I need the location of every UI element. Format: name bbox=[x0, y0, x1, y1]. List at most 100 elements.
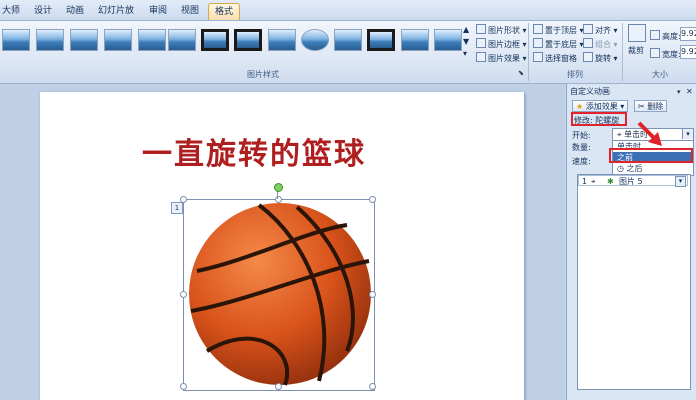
group-button[interactable]: 组合 ▾ bbox=[583, 38, 618, 50]
picture-effects-button[interactable]: 图片效果 ▾ bbox=[476, 52, 527, 64]
picture-style-thumb[interactable] bbox=[36, 29, 64, 51]
add-effect-button[interactable]: ★ 添加效果 ▾ bbox=[572, 100, 629, 112]
picture-selection-box bbox=[180, 196, 376, 391]
tab-master[interactable]: 大师 bbox=[0, 3, 22, 19]
group-label: 组合 bbox=[595, 40, 611, 49]
ribbon: ▲ ▼ ▾ 图片形状 ▾ 图片边框 ▾ 图片效果 ▾ 图片样式 ⬊ 置于顶层 ▾… bbox=[0, 21, 696, 84]
highlight-box bbox=[571, 112, 627, 126]
resize-handle[interactable] bbox=[275, 383, 282, 390]
ribbon-separator bbox=[528, 23, 529, 81]
picture-shape-button[interactable]: 图片形状 ▾ bbox=[476, 24, 527, 36]
picture-border-button[interactable]: 图片边框 ▾ bbox=[476, 38, 527, 50]
chevron-down-icon[interactable]: ▾ bbox=[675, 176, 686, 187]
selection-pane-button[interactable]: 选择窗格 bbox=[533, 52, 577, 64]
gallery-more[interactable]: ▾ bbox=[463, 49, 467, 58]
tab-design[interactable]: 设计 bbox=[30, 3, 56, 19]
clock-icon: ◷ bbox=[617, 164, 624, 173]
chevron-down-icon[interactable]: ▾ bbox=[682, 129, 693, 139]
arrange-group-label: 排列 bbox=[567, 70, 583, 79]
picture-effects-label: 图片效果 bbox=[488, 54, 520, 63]
close-icon[interactable]: ✕ bbox=[686, 86, 693, 98]
align-label: 对齐 bbox=[595, 26, 611, 35]
tab-view[interactable]: 视图 bbox=[178, 3, 202, 19]
tab-animation[interactable]: 动画 bbox=[62, 3, 88, 19]
red-arrow-icon bbox=[637, 121, 662, 146]
selection-pane-icon bbox=[533, 52, 543, 62]
picture-style-thumb[interactable] bbox=[401, 29, 429, 51]
picture-style-thumb[interactable] bbox=[138, 29, 166, 51]
effects-icon bbox=[476, 52, 486, 62]
star-icon: ★ bbox=[576, 102, 584, 111]
pane-menu-icon[interactable]: ▾ bbox=[677, 86, 681, 98]
list-item-name: 图片 5 bbox=[619, 177, 643, 186]
rotation-handle[interactable] bbox=[274, 183, 283, 192]
resize-handle[interactable] bbox=[180, 196, 187, 203]
picture-style-thumb[interactable] bbox=[434, 29, 462, 51]
mouse-icon: ⌖ bbox=[617, 130, 622, 139]
dialog-launcher-icon[interactable]: ⬊ bbox=[518, 69, 524, 77]
width-label: 宽度: bbox=[650, 48, 681, 60]
picture-style-thumb[interactable] bbox=[2, 29, 30, 51]
rotate-icon bbox=[583, 52, 593, 62]
width-icon bbox=[650, 48, 660, 58]
bring-forward-label: 置于顶层 bbox=[545, 26, 577, 35]
picture-style-thumb[interactable] bbox=[70, 29, 98, 51]
bring-forward-icon bbox=[533, 24, 543, 34]
crop-button[interactable]: 裁剪 bbox=[628, 45, 644, 56]
slide-title[interactable]: 一直旋转的篮球 bbox=[142, 134, 432, 176]
picture-style-thumb[interactable] bbox=[104, 29, 132, 51]
rotate-button[interactable]: 旋转 ▾ bbox=[583, 52, 618, 64]
picture-border-label: 图片边框 bbox=[488, 40, 520, 49]
highlight-box bbox=[609, 148, 693, 163]
mouse-icon: ⌖ bbox=[591, 177, 596, 186]
picture-style-thumb[interactable] bbox=[367, 29, 395, 51]
size-group-label: 大小 bbox=[652, 70, 668, 79]
remove-icon: ✂ bbox=[638, 102, 645, 111]
list-item-order: 1 bbox=[582, 177, 588, 186]
shape-icon bbox=[476, 24, 486, 34]
ribbon-tab-bar: 大师 设计 动画 幻灯片放映 审阅 视图 格式 bbox=[0, 0, 696, 32]
resize-handle[interactable] bbox=[369, 291, 376, 298]
height-input[interactable]: 9.92 bbox=[680, 27, 696, 41]
border-icon bbox=[476, 38, 486, 48]
animation-order-tag: 1 bbox=[171, 202, 183, 214]
quantity-label: 数量: bbox=[572, 143, 591, 152]
group-icon bbox=[583, 38, 593, 48]
rotate-label: 旋转 bbox=[595, 54, 611, 63]
resize-handle[interactable] bbox=[180, 383, 187, 390]
tab-format[interactable]: 格式 bbox=[208, 3, 240, 20]
picture-style-thumb[interactable] bbox=[334, 29, 362, 51]
send-backward-icon bbox=[533, 38, 543, 48]
bring-forward-button[interactable]: 置于顶层 ▾ bbox=[533, 24, 584, 36]
resize-handle[interactable] bbox=[180, 291, 187, 298]
gallery-scroll-up[interactable]: ▲ bbox=[463, 25, 469, 34]
tab-review[interactable]: 审阅 bbox=[146, 3, 170, 19]
align-button[interactable]: 对齐 ▾ bbox=[583, 24, 618, 36]
picture-styles-group-label: 图片样式 bbox=[247, 70, 279, 79]
add-effect-label: 添加效果 bbox=[585, 102, 618, 111]
height-icon bbox=[650, 30, 660, 40]
width-input[interactable]: 9.92 bbox=[680, 45, 696, 59]
picture-style-thumb[interactable] bbox=[201, 29, 229, 51]
picture-style-thumb[interactable] bbox=[168, 29, 196, 51]
send-backward-label: 置于底层 bbox=[545, 40, 577, 49]
gallery-scroll-down[interactable]: ▼ bbox=[463, 37, 469, 46]
picture-style-thumb[interactable] bbox=[301, 29, 329, 51]
tab-slideshow[interactable]: 幻灯片放映 bbox=[94, 3, 138, 32]
start-label: 开始: bbox=[572, 131, 591, 140]
remove-button[interactable]: ✂ 删除 bbox=[634, 100, 668, 112]
animation-list[interactable] bbox=[577, 174, 691, 390]
picture-style-thumb[interactable] bbox=[234, 29, 262, 51]
resize-handle[interactable] bbox=[369, 196, 376, 203]
height-label: 高度: bbox=[650, 30, 681, 42]
align-icon bbox=[583, 24, 593, 34]
dropdown-option-after-previous[interactable]: ◷ 之后 bbox=[613, 163, 691, 174]
selection-pane-label: 选择窗格 bbox=[545, 54, 577, 63]
remove-label: 删除 bbox=[647, 102, 664, 111]
resize-handle[interactable] bbox=[369, 383, 376, 390]
picture-style-thumb[interactable] bbox=[268, 29, 296, 51]
picture-shape-label: 图片形状 bbox=[488, 26, 520, 35]
ribbon-separator bbox=[622, 23, 623, 81]
send-backward-button[interactable]: 置于底层 ▾ bbox=[533, 38, 584, 50]
animation-list-item[interactable]: 1 ⌖ ✱ 图片 5 ▾ bbox=[578, 175, 688, 187]
